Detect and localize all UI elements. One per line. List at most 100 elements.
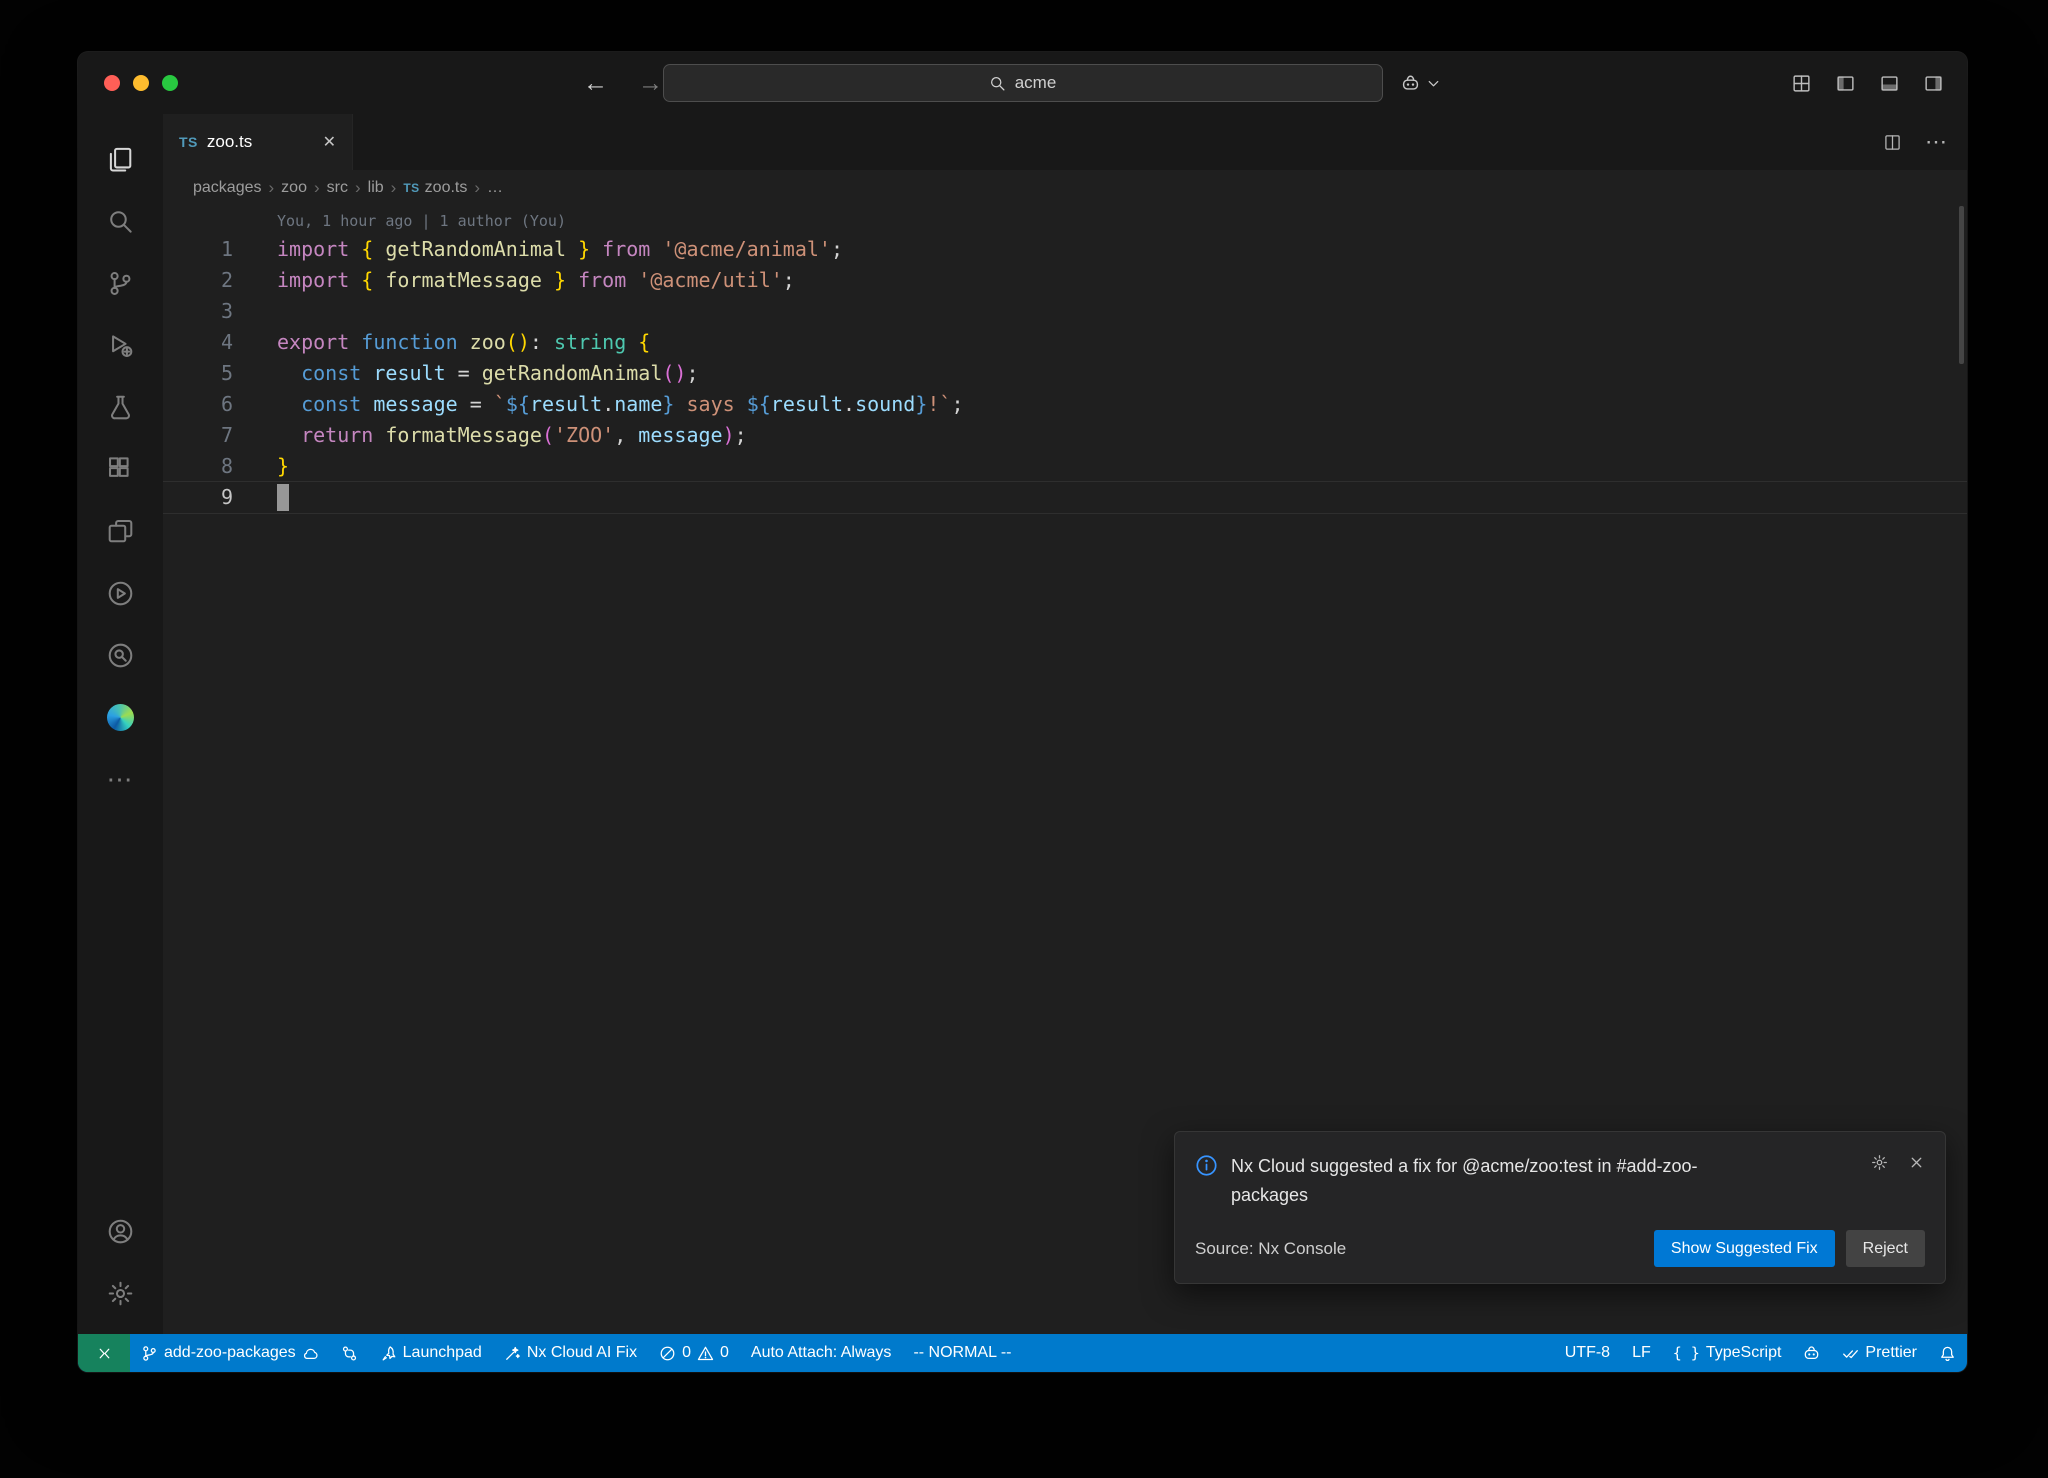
status-auto-attach[interactable]: Auto Attach: Always [740, 1334, 903, 1372]
code-line[interactable]: 4export function zoo(): string { [163, 327, 1967, 358]
copilot-menu[interactable] [1401, 52, 1442, 114]
activity-bar-bottom [78, 1200, 163, 1324]
typescript-file-icon: TS [179, 134, 198, 150]
activity-bar-top: ⋯ [78, 128, 163, 810]
gitlens-blame-annotation[interactable]: You, 1 hour ago | 1 author (You) [163, 208, 1967, 234]
code-line[interactable]: 6 const message = `${result.name} says $… [163, 389, 1967, 420]
git-branch-icon [141, 1345, 158, 1362]
breadcrumb-item[interactable]: … [487, 179, 503, 197]
code-line[interactable]: 9 [163, 482, 1967, 513]
search-value: acme [1015, 73, 1057, 93]
activity-remote-explorer-button[interactable] [78, 500, 163, 562]
line-number: 5 [163, 358, 233, 389]
code-line[interactable]: 7 return formatMessage('ZOO', message); [163, 420, 1967, 451]
line-number: 2 [163, 265, 233, 296]
command-center-search[interactable]: acme [663, 64, 1383, 102]
status-encoding[interactable]: UTF-8 [1554, 1334, 1621, 1372]
layout-sidebar-right-icon[interactable] [1924, 74, 1943, 93]
reject-button[interactable]: Reject [1846, 1230, 1925, 1267]
status-language[interactable]: { }TypeScript [1662, 1334, 1793, 1372]
tab-zoo-ts[interactable]: TS zoo.ts ✕ [163, 114, 353, 170]
minimize-window-button[interactable] [133, 75, 149, 91]
close-window-button[interactable] [104, 75, 120, 91]
tab-label: zoo.ts [207, 132, 252, 152]
activity-settings-button[interactable] [78, 1262, 163, 1324]
scrollbar[interactable] [1959, 206, 1964, 364]
check-double-icon [1842, 1345, 1859, 1362]
breadcrumb-item[interactable]: src [327, 179, 348, 197]
git-branch-icon [107, 270, 134, 297]
line-content: import { formatMessage } from '@acme/uti… [277, 265, 795, 296]
code-line[interactable]: 3 [163, 296, 1967, 327]
code-line[interactable]: 5 const result = getRandomAnimal(); [163, 358, 1967, 389]
activity-extensions-button[interactable] [78, 438, 163, 500]
breadcrumb-item[interactable]: zoo [281, 179, 307, 197]
breadcrumb-item[interactable]: TSzoo.ts [403, 179, 467, 197]
status-vim-mode[interactable]: -- NORMAL -- [902, 1334, 1022, 1372]
activity-source-control-button[interactable] [78, 252, 163, 314]
show-suggested-fix-button[interactable]: Show Suggested Fix [1654, 1230, 1835, 1267]
status-label: 0 [720, 1344, 729, 1362]
status-copilot[interactable] [1792, 1334, 1831, 1372]
files-icon [107, 146, 134, 173]
typescript-file-icon: TS [403, 181, 419, 195]
error-circle-icon [659, 1345, 676, 1362]
status-branch[interactable]: add-zoo-packages [130, 1334, 330, 1372]
wand-icon [504, 1345, 521, 1362]
status-problems[interactable]: 00 [648, 1334, 740, 1372]
status-nx-cloud-ai-fix[interactable]: Nx Cloud AI Fix [493, 1334, 648, 1372]
tab-close-icon[interactable]: ✕ [323, 132, 336, 152]
code-line[interactable]: 1import { getRandomAnimal } from '@acme/… [163, 234, 1967, 265]
activity-testing-button[interactable] [78, 376, 163, 438]
activity-search-button[interactable] [78, 190, 163, 252]
layout-grid-icon[interactable] [1792, 74, 1811, 93]
line-number: 9 [163, 482, 233, 513]
breadcrumb-item[interactable]: lib [368, 179, 384, 197]
line-number: 7 [163, 420, 233, 451]
layout-panel-icon[interactable] [1880, 74, 1899, 93]
activity-project-graph-button[interactable] [78, 624, 163, 686]
line-content [277, 482, 289, 513]
layout-controls [1792, 52, 1943, 114]
line-content: export function zoo(): string { [277, 327, 650, 358]
copilot-icon [1803, 1345, 1820, 1362]
activity-explorer-button[interactable] [78, 128, 163, 190]
more-actions-icon[interactable]: ⋯ [1925, 129, 1947, 155]
status-notifications[interactable] [1928, 1334, 1967, 1372]
breadcrumb-item[interactable]: packages [193, 179, 262, 197]
windows-icon [107, 518, 134, 545]
split-editor-icon[interactable] [1884, 134, 1901, 151]
search-icon [107, 208, 134, 235]
search-icon [989, 75, 1006, 92]
status-label: Launchpad [403, 1344, 482, 1362]
notification-toast: Nx Cloud suggested a fix for @acme/zoo:t… [1174, 1131, 1946, 1284]
activity-more-button[interactable]: ⋯ [78, 748, 163, 810]
zoom-window-button[interactable] [162, 75, 178, 91]
layout-sidebar-left-icon[interactable] [1836, 74, 1855, 93]
status-label: TypeScript [1706, 1344, 1782, 1362]
activity-accounts-button[interactable] [78, 1200, 163, 1262]
editor-group: TS zoo.ts ✕ ⋯ packages›zoo›src›lib›TSzoo… [163, 114, 1967, 1334]
activity-nx-console-button[interactable] [78, 562, 163, 624]
activity-edge-tools-button[interactable] [78, 686, 163, 748]
code-lines: 1import { getRandomAnimal } from '@acme/… [163, 234, 1967, 513]
status-label: UTF-8 [1565, 1344, 1610, 1362]
code-line[interactable]: 2 import { formatMessage } from '@acme/ut… [163, 265, 1967, 296]
notification-close-icon[interactable] [1908, 1154, 1925, 1171]
notification-settings-gear-icon[interactable] [1871, 1154, 1888, 1171]
code-line[interactable]: 8} [163, 451, 1967, 482]
tab-actions: ⋯ [1884, 114, 1947, 170]
status-launchpad[interactable]: Launchpad [369, 1334, 493, 1372]
status-prettier[interactable]: Prettier [1831, 1334, 1928, 1372]
back-button[interactable]: ← [583, 69, 608, 98]
activity-run-debug-button[interactable] [78, 314, 163, 376]
status-git-graph[interactable] [330, 1334, 369, 1372]
chevron-down-icon [1425, 75, 1442, 92]
forward-button[interactable]: → [638, 69, 663, 98]
line-content: import { getRandomAnimal } from '@acme/a… [277, 234, 843, 265]
info-icon [1195, 1154, 1218, 1177]
status-eol[interactable]: LF [1621, 1334, 1662, 1372]
status-remote-indicator[interactable] [78, 1334, 130, 1372]
status-label: 0 [682, 1344, 691, 1362]
status-bar-left: add-zoo-packages Launchpad Nx Cloud AI Fix… [78, 1334, 1023, 1372]
